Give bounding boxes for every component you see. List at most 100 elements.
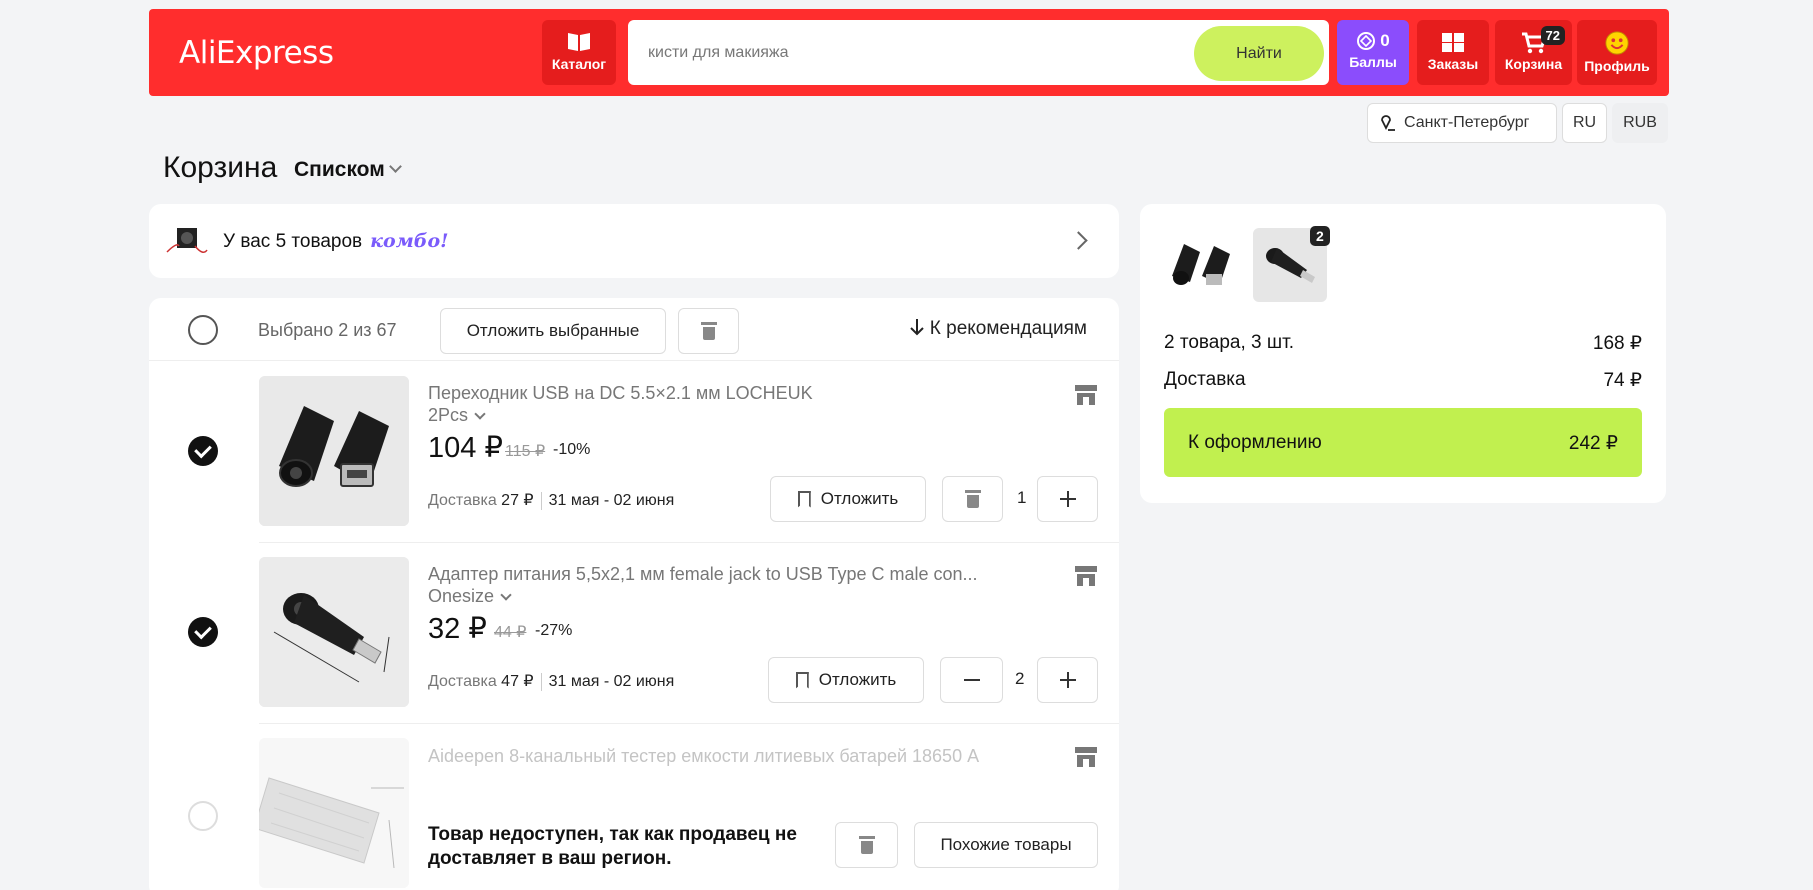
cart-count-badge: 72	[1540, 26, 1565, 45]
selected-count: Выбрано 2 из 67	[258, 320, 397, 340]
plus-icon	[1059, 672, 1076, 688]
page-title: Корзина	[163, 151, 278, 184]
combo-product-thumbnail	[166, 228, 208, 253]
arrow-down-icon	[910, 319, 924, 336]
minus-icon	[963, 672, 980, 688]
checkout-total: 242 ₽	[1568, 433, 1618, 454]
delivery-cost: 27 ₽	[501, 492, 534, 509]
product-image[interactable]	[259, 557, 409, 707]
increase-quantity-button[interactable]	[1037, 657, 1098, 703]
cart-item-unavailable: Aideepen 8-канальный тестер емкости лити…	[149, 723, 1119, 890]
delivery-separator	[540, 672, 542, 691]
delivery-info: Доставка 47 ₽ 31 мая - 02 июня	[428, 671, 674, 691]
cart-label: Корзина	[1504, 56, 1563, 72]
combo-tag: комбо!	[370, 230, 449, 252]
item-checkbox[interactable]	[188, 436, 218, 466]
increase-quantity-button[interactable]	[1037, 476, 1098, 522]
orders-box-icon	[1442, 33, 1464, 52]
battery-tester-image	[259, 738, 409, 888]
thumbnail-quantity-badge: 2	[1310, 226, 1330, 246]
type-c-adapter-image	[259, 557, 409, 707]
cart-list: Выбрано 2 из 67 Отложить выбранные К рек…	[149, 298, 1119, 890]
postpone-button[interactable]: Отложить	[768, 657, 924, 703]
summary-product-thumbnail[interactable]	[1164, 228, 1238, 302]
product-name[interactable]: Переходник USB на DC 5.5×2.1 мм LOCHEUK	[428, 383, 1028, 404]
summary-items-row: 2 товара, 3 шт. 168 ₽	[1164, 332, 1642, 354]
to-recommendations-link[interactable]: К рекомендациям	[910, 318, 1087, 340]
product-image[interactable]	[259, 376, 409, 526]
unavailable-message: Товар недоступен, так как продавец не до…	[428, 824, 797, 869]
profile-label: Профиль	[1584, 58, 1650, 74]
item-checkbox[interactable]	[188, 617, 218, 647]
product-image[interactable]	[259, 738, 409, 888]
postpone-label: Отложить	[818, 670, 897, 689]
cart-button[interactable]: Корзина 72	[1495, 20, 1572, 85]
summary-delivery-label: Доставка	[1164, 369, 1246, 390]
similar-products-button[interactable]: Похожие товары	[914, 822, 1098, 868]
postpone-label: Отложить	[820, 489, 899, 508]
search-input[interactable]	[648, 40, 1148, 66]
profile-button[interactable]: Профиль	[1577, 20, 1657, 85]
chevron-down-icon	[474, 408, 486, 420]
store-icon[interactable]	[1073, 743, 1099, 769]
points-button[interactable]: 0 Баллы	[1337, 20, 1409, 85]
cart-item: Переходник USB на DC 5.5×2.1 мм LOCHEUK …	[149, 361, 1119, 542]
postpone-selected-button[interactable]: Отложить выбранные	[440, 308, 666, 354]
currency-selector[interactable]: RUB	[1612, 103, 1668, 143]
old-price: 44 ₽	[494, 624, 527, 641]
discount-badge: -10%	[553, 441, 591, 458]
order-summary: 2 2 товара, 3 шт. 168 ₽ Доставка 74 ₽ К оф…	[1140, 204, 1666, 503]
variant-dropdown[interactable]: Onesize	[428, 586, 512, 607]
search-box: Найти	[628, 20, 1329, 85]
postpone-button[interactable]: Отложить	[770, 476, 926, 522]
trash-icon	[700, 322, 717, 340]
plus-icon	[1059, 491, 1076, 507]
chevron-down-icon	[500, 589, 512, 601]
product-name[interactable]: Aideepen 8-канальный тестер емкости лити…	[428, 745, 1028, 767]
variant-label: 2Pcs	[428, 405, 469, 425]
city-selector[interactable]: Санкт-Петербург	[1367, 103, 1557, 143]
delivery-dates: 31 мая - 02 июня	[548, 492, 675, 509]
points-label: Баллы	[1349, 54, 1397, 70]
summary-items-label: 2 товара, 3 шт.	[1164, 332, 1295, 353]
variant-label: Onesize	[428, 586, 495, 606]
quantity-value: 2	[1015, 669, 1025, 688]
product-name[interactable]: Адаптер питания 5,5x2,1 мм female jack t…	[428, 564, 1028, 585]
trash-icon	[964, 490, 981, 508]
checkout-button[interactable]: К оформлению 242 ₽	[1164, 408, 1642, 477]
delete-selected-button[interactable]	[678, 308, 739, 354]
points-value: 0	[1380, 31, 1390, 50]
aliexpress-logo[interactable]: AliExpress	[179, 35, 334, 71]
old-price: 115 ₽	[505, 443, 546, 460]
currency-label: RUB	[1623, 114, 1657, 131]
store-icon[interactable]	[1073, 562, 1099, 588]
item-checkbox[interactable]	[188, 801, 218, 831]
points-coin-icon	[1357, 32, 1376, 50]
store-icon[interactable]	[1073, 381, 1099, 407]
decrease-quantity-button[interactable]	[940, 657, 1003, 703]
cart-toolbar: Выбрано 2 из 67 Отложить выбранные К рек…	[149, 298, 1119, 361]
usb-dc-adapter-image	[259, 376, 409, 526]
delivery-separator	[540, 491, 542, 510]
orders-button[interactable]: Заказы	[1417, 20, 1489, 85]
summary-delivery-total: 74 ₽	[1603, 370, 1642, 391]
variant-dropdown[interactable]: 2Pcs	[428, 405, 486, 426]
view-mode-dropdown[interactable]: Списком	[294, 158, 402, 182]
chevron-right-icon	[1069, 231, 1088, 250]
location-pin-icon	[1381, 115, 1395, 131]
search-button[interactable]: Найти	[1194, 26, 1324, 81]
delete-item-button[interactable]	[942, 476, 1003, 522]
summary-items-total: 168 ₽	[1592, 333, 1642, 354]
language-selector[interactable]: RU	[1562, 103, 1607, 143]
delete-item-button[interactable]	[835, 822, 898, 868]
select-all-checkbox[interactable]	[188, 315, 218, 345]
combo-banner[interactable]: У вас 5 товаров комбо!	[149, 204, 1119, 278]
smiley-icon	[1605, 31, 1629, 55]
orders-label: Заказы	[1427, 56, 1479, 72]
catalog-button[interactable]: Каталог	[542, 20, 616, 85]
catalog-label: Каталог	[551, 56, 607, 72]
view-mode-label: Списком	[294, 158, 385, 181]
delivery-label: Доставка	[428, 673, 497, 690]
checkout-label: К оформлению	[1188, 431, 1322, 453]
summary-delivery-row: Доставка 74 ₽	[1164, 369, 1642, 391]
